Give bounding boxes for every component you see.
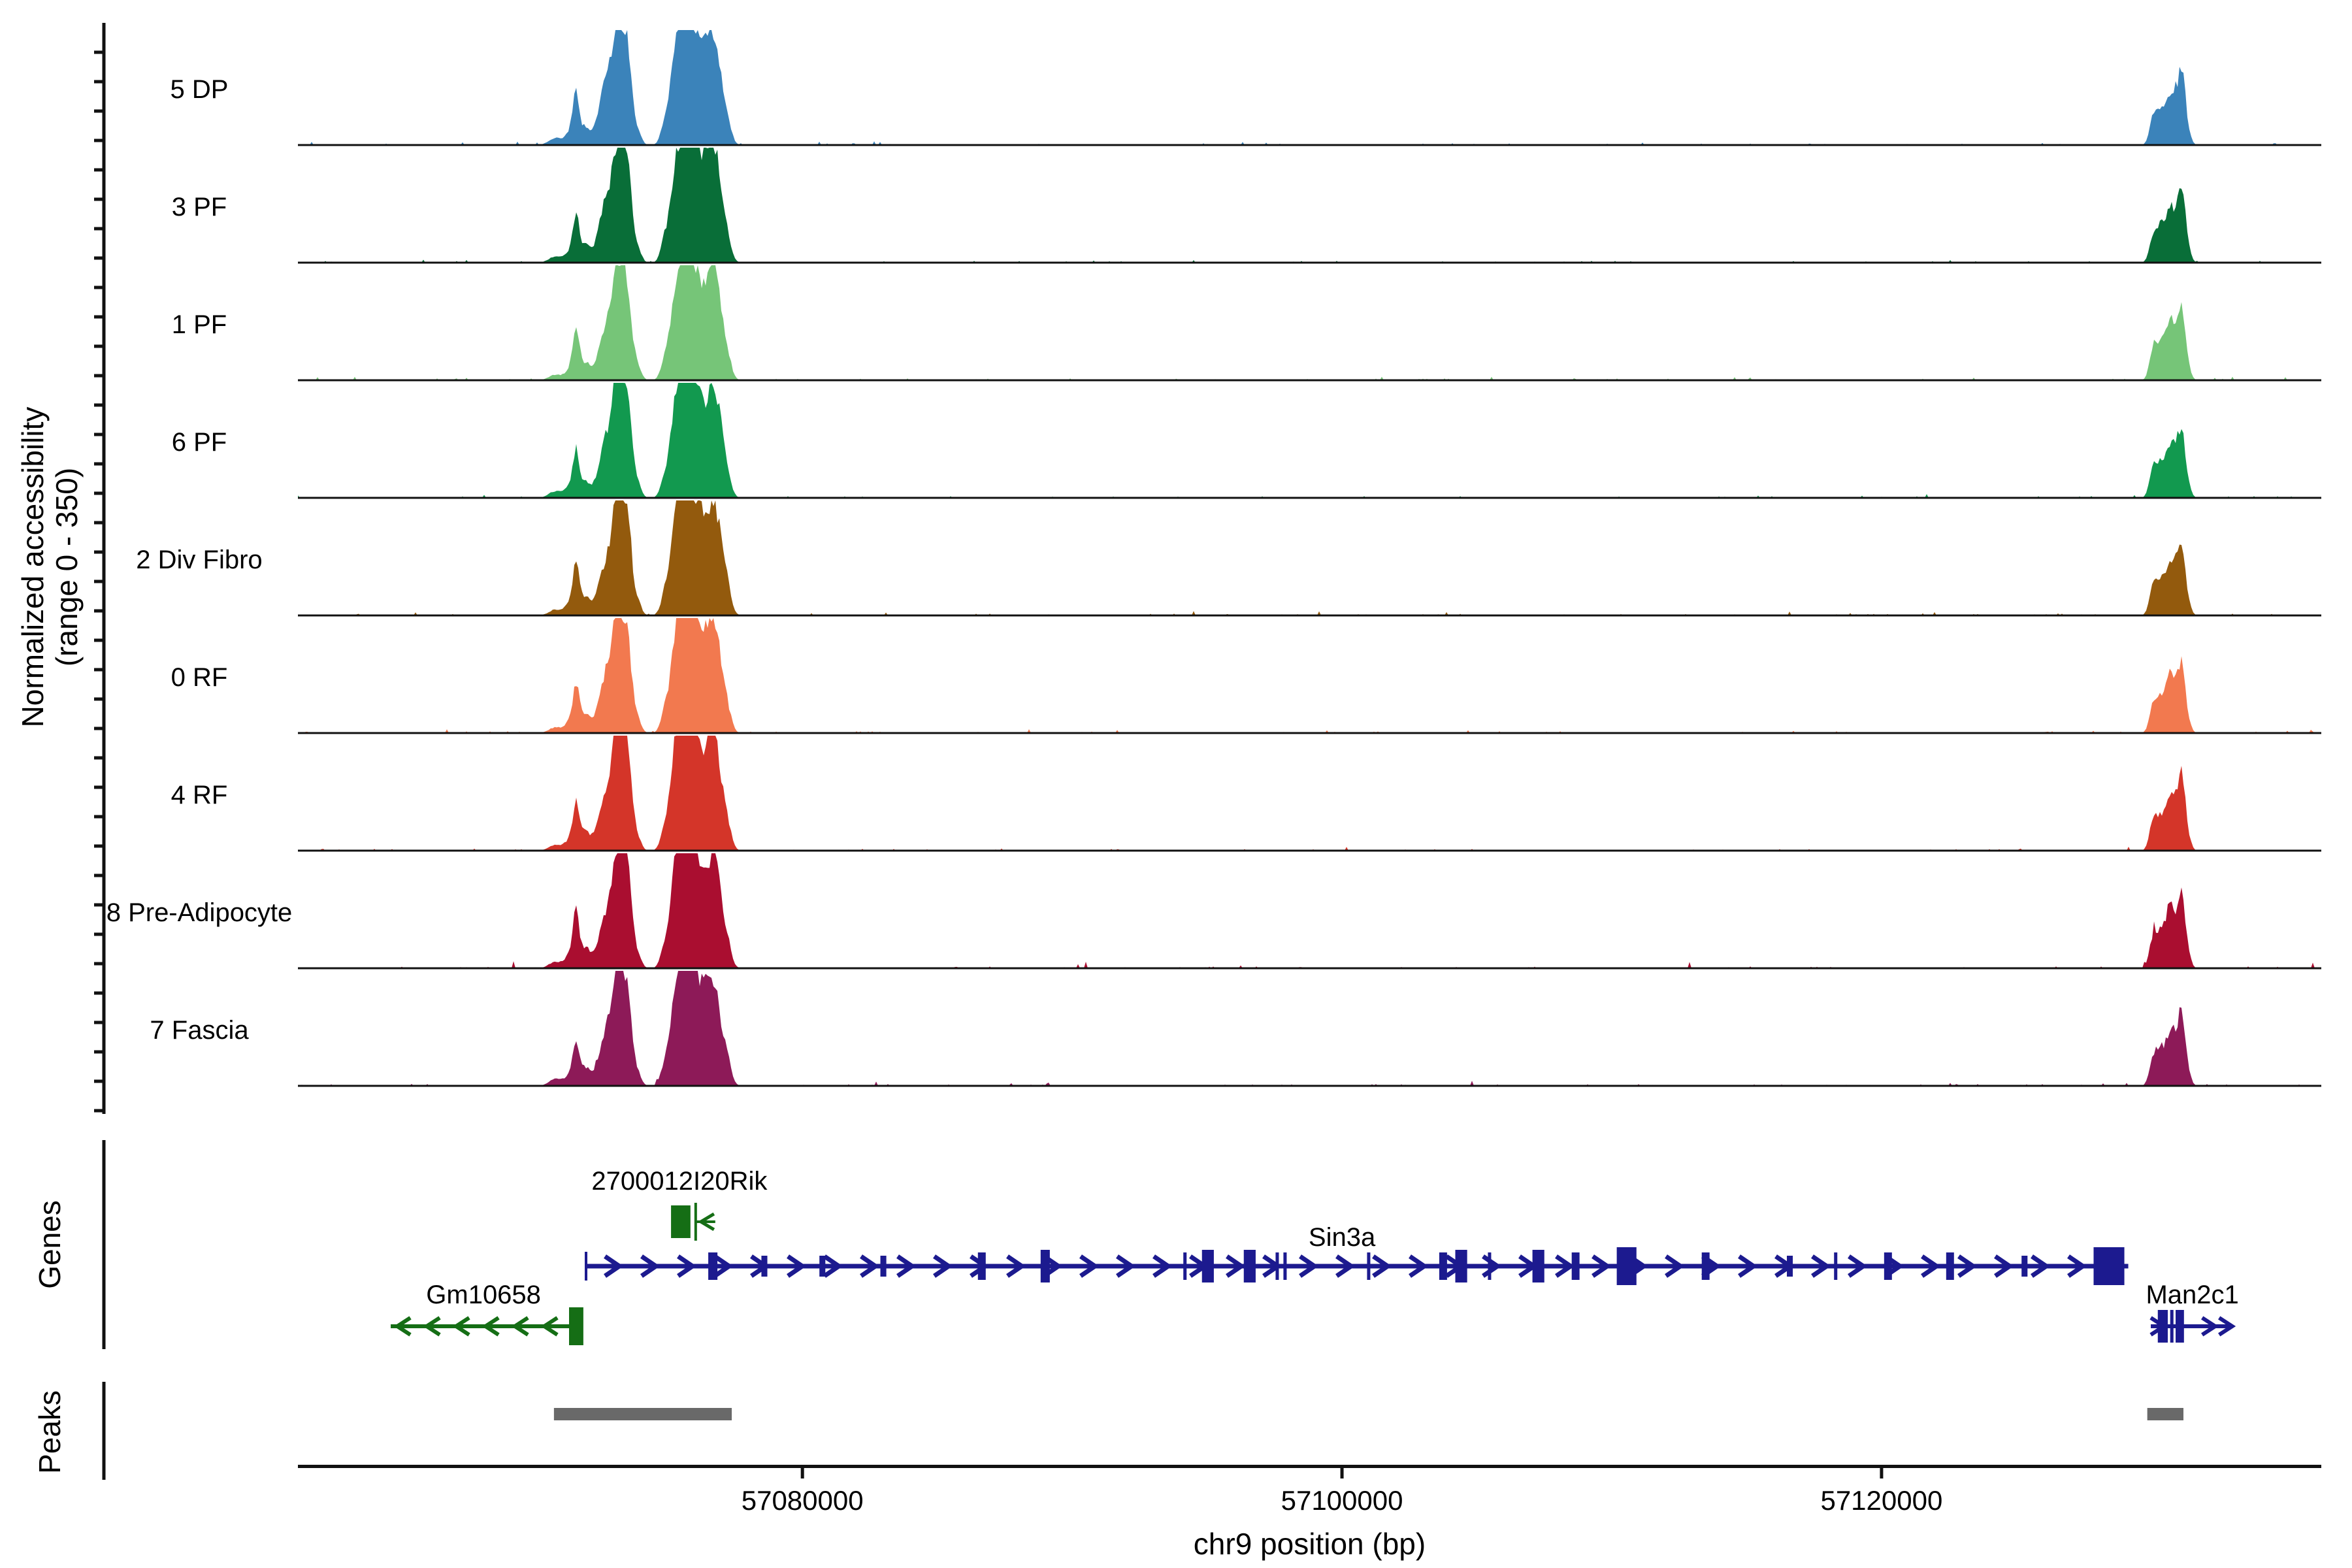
track-signal-2-div-fibro: [298, 500, 2321, 617]
track-signal-0-rf: [298, 618, 2321, 734]
x-axis: [298, 1465, 2321, 1478]
track-label-6pf: 6 PF: [52, 425, 346, 460]
peak-call-bar: [2148, 1408, 2183, 1420]
track-label-7-fascia: 7 Fascia: [52, 1013, 346, 1048]
x-axis-title: chr9 position (bp): [1016, 1526, 1604, 1561]
track-signal-8-pre-adipocyte: [298, 853, 2321, 970]
track-label-5dp: 5 DP: [52, 72, 346, 107]
track-label-1pf: 1 PF: [52, 307, 346, 342]
track-baseline: [298, 850, 2321, 852]
track-signal-3-pf: [298, 148, 2321, 264]
genome-browser-canvas: [0, 0, 2352, 1568]
track-baseline: [298, 615, 2321, 617]
gene-label-2700012i20rik: 2700012I20Rik: [591, 1166, 767, 1196]
track-baseline: [298, 380, 2321, 382]
peak-calls: [554, 1408, 2183, 1420]
gene-label-sin3a: Sin3a: [1309, 1222, 1375, 1252]
y-axis-title-line1: Normalized accessibility: [15, 407, 50, 728]
gene-model-sin3a: [585, 1247, 2129, 1285]
gene-label-man2c1: Man2c1: [2146, 1280, 2238, 1310]
gene-model-2700012i20rik: [671, 1203, 715, 1241]
genes-section-label: Genes: [32, 1200, 67, 1289]
peaks-section-label: Peaks: [32, 1390, 67, 1474]
peaks-bracket: [103, 1382, 106, 1480]
track-label-8-pre-adipocyte: 8 Pre-Adipocyte: [52, 895, 346, 930]
track-signal-7-fascia: [298, 971, 2321, 1087]
track-baseline: [298, 497, 2321, 499]
x-tick-57100000: 57100000: [1231, 1484, 1453, 1517]
gene-model-gm10658: [391, 1307, 583, 1345]
figure-root: { "figure": { "y_axis_title_line1": "Nor…: [0, 0, 2352, 1568]
peak-call-bar: [554, 1408, 732, 1420]
track-baseline: [298, 144, 2321, 146]
track-label-4rf: 4 RF: [52, 777, 346, 813]
track-baseline: [298, 732, 2321, 734]
track-label-3pf: 3 PF: [52, 189, 346, 225]
track-signal-5-dp: [298, 30, 2321, 146]
track-label-2-div-fibro: 2 Div Fibro: [52, 542, 346, 578]
track-baseline: [298, 968, 2321, 970]
y-axis-title-line2: (range 0 - 350): [49, 468, 84, 666]
x-tick-57080000: 57080000: [691, 1484, 913, 1517]
track-label-0rf: 0 RF: [52, 660, 346, 695]
track-baseline: [298, 262, 2321, 264]
gene-label-gm10658: Gm10658: [426, 1280, 541, 1310]
gene-model-man2c1: [2151, 1310, 2232, 1343]
x-tick-57120000: 57120000: [1771, 1484, 1993, 1517]
track-signal-4-rf: [298, 736, 2321, 852]
tracks-left-axis: [94, 23, 106, 1480]
track-baseline: [298, 1085, 2321, 1087]
track-signal-6-pf: [298, 383, 2321, 499]
track-signal-1-pf: [298, 265, 2321, 382]
genes-bracket: [103, 1140, 106, 1349]
